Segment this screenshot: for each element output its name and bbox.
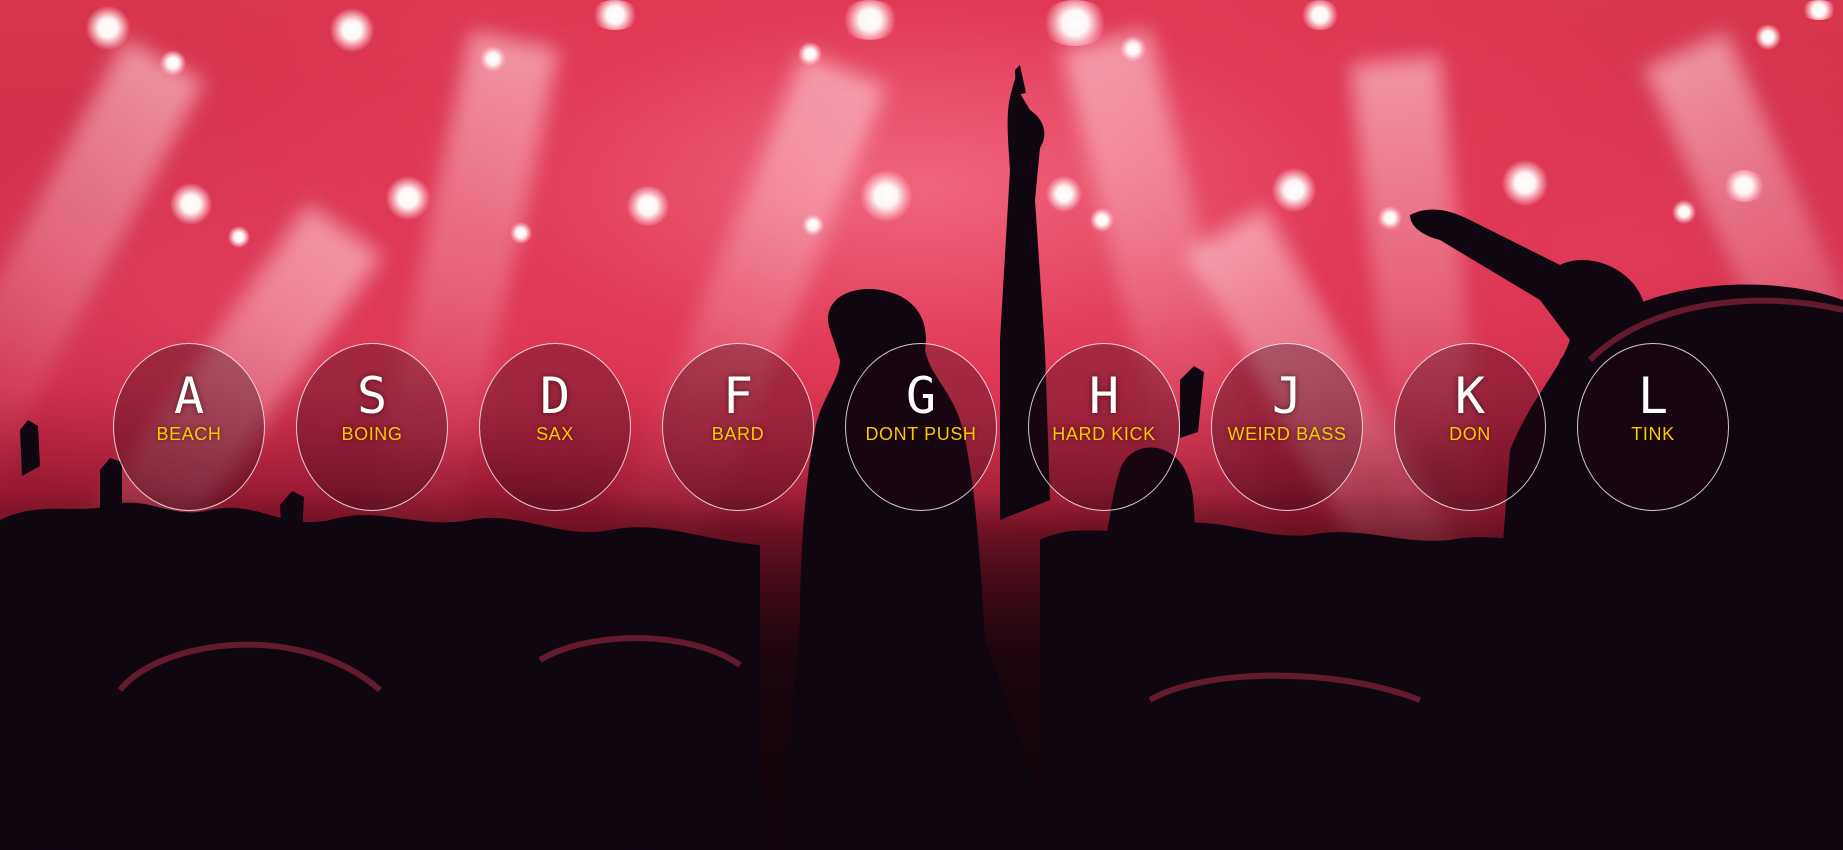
key-a[interactable]: A BEACH bbox=[113, 343, 265, 511]
key-sound-label: BARD bbox=[711, 424, 765, 444]
key-sound-label: DON bbox=[1449, 424, 1491, 444]
key-letter: A bbox=[173, 367, 205, 425]
key-h[interactable]: H HARD KICK bbox=[1028, 343, 1180, 511]
key-g[interactable]: G DONT PUSH bbox=[845, 343, 997, 511]
drum-keys: A BEACH S BOING D SAX F BARD G DONT PUSH… bbox=[0, 0, 1843, 850]
key-l[interactable]: L TINK bbox=[1577, 343, 1729, 511]
key-j[interactable]: J WEIRD BASS bbox=[1211, 343, 1363, 511]
key-letter: J bbox=[1271, 367, 1303, 425]
key-sound-label: DONT PUSH bbox=[865, 424, 977, 444]
key-sound-label: BOING bbox=[341, 424, 403, 444]
key-sound-label: HARD KICK bbox=[1052, 424, 1156, 444]
key-sound-label: WEIRD BASS bbox=[1227, 424, 1347, 444]
key-k[interactable]: K DON bbox=[1394, 343, 1546, 511]
key-sound-label: BEACH bbox=[156, 424, 222, 444]
key-sound-label: SAX bbox=[536, 424, 574, 444]
key-letter: D bbox=[539, 367, 571, 425]
key-letter: K bbox=[1454, 367, 1486, 425]
key-d[interactable]: D SAX bbox=[479, 343, 631, 511]
key-f[interactable]: F BARD bbox=[662, 343, 814, 511]
key-letter: G bbox=[905, 367, 937, 425]
key-letter: L bbox=[1637, 367, 1669, 425]
key-letter: F bbox=[722, 367, 754, 425]
key-s[interactable]: S BOING bbox=[296, 343, 448, 511]
key-letter: S bbox=[356, 367, 388, 425]
key-letter: H bbox=[1088, 367, 1120, 425]
key-sound-label: TINK bbox=[1631, 424, 1675, 444]
